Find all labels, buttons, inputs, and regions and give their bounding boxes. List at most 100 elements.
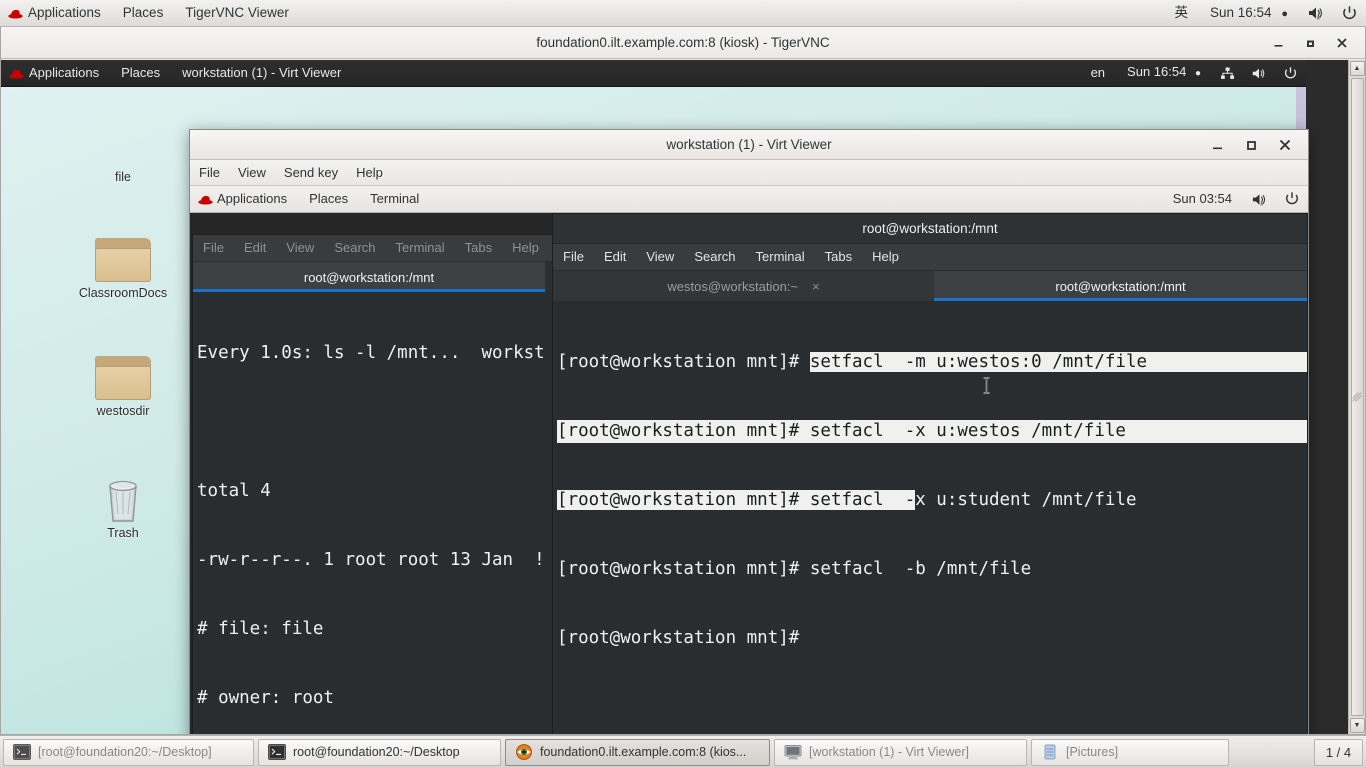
host-places-menu[interactable]: Places	[112, 0, 175, 26]
terminal-back-menu-help[interactable]: Help	[502, 235, 549, 261]
terminal-front-menu-help[interactable]: Help	[862, 244, 909, 270]
virt-viewer-minimize-button[interactable]	[1200, 131, 1234, 159]
terminal-front-menu-terminal[interactable]: Terminal	[746, 244, 815, 270]
terminal-back-menu-terminal[interactable]: Terminal	[386, 235, 455, 261]
terminal-front-prompt-3: [root@workstation mnt]#	[557, 490, 810, 510]
terminal-front-tab-root-mnt[interactable]: root@workstation:/mnt	[934, 271, 1307, 301]
taskbar-item-root-foundation20-desktop[interactable]: root@foundation20:~/Desktop	[258, 738, 501, 766]
virt-viewer-menu-file[interactable]: File	[190, 161, 229, 185]
guest-clock[interactable]: Sun 16:54 ●	[1116, 60, 1212, 87]
tigervnc-maximize-button[interactable]	[1295, 30, 1325, 56]
vm-power-button[interactable]	[1276, 186, 1308, 212]
terminal-front-line-5: [root@workstation mnt]#	[557, 627, 1307, 650]
terminal-front-menu-search[interactable]: Search	[684, 244, 745, 270]
terminal-front-tab-westos-label: westos@workstation:~	[667, 278, 798, 294]
desktop-icon-trash[interactable]: Trash	[75, 474, 171, 540]
scroll-down-arrow-icon[interactable]: ▼	[1349, 718, 1365, 733]
virt-viewer-titlebar[interactable]: workstation (1) - Virt Viewer	[190, 130, 1308, 160]
terminal-front-menu-edit[interactable]: Edit	[594, 244, 636, 270]
virt-viewer-close-button[interactable]	[1268, 131, 1302, 159]
virt-viewer-menu-view[interactable]: View	[229, 161, 275, 185]
volume-muted-icon: x	[1309, 7, 1322, 21]
virt-viewer-menu-send-key[interactable]: Send key	[275, 161, 347, 185]
terminal-front-prompt-5: [root@workstation mnt]#	[557, 628, 810, 648]
terminal-back-menu-search[interactable]: Search	[324, 235, 385, 261]
desktop-icon-classroomdocs[interactable]: ClassroomDocs	[75, 238, 171, 300]
taskbar-item-virt-viewer-minimized[interactable]: [workstation (1) - Virt Viewer]	[774, 738, 1027, 766]
terminal-front-tab-close-icon[interactable]: ×	[812, 279, 820, 294]
virt-viewer-maximize-button[interactable]	[1234, 131, 1268, 159]
host-top-panel: Applications Places TigerVNC Viewer 英 Su…	[0, 0, 1366, 27]
terminal-front-tab-westos[interactable]: westos@workstation:~ ×	[553, 271, 934, 301]
scroll-up-arrow-icon[interactable]: ▲	[1349, 61, 1365, 76]
virt-viewer-menu-help[interactable]: Help	[347, 161, 392, 185]
tigervnc-title: foundation0.ilt.example.com:8 (kiosk) - …	[536, 35, 830, 50]
host-applications-menu[interactable]: Applications	[0, 0, 112, 26]
guest-places-menu[interactable]: Places	[110, 60, 171, 86]
terminal-front-selection-tail-2	[1126, 421, 1307, 441]
guest-applications-label: Applications	[29, 65, 100, 80]
guest-keyboard-indicator[interactable]: en	[1080, 60, 1116, 86]
guest-desktop: Applications Places workstation (1) - Vi…	[1, 60, 1309, 734]
terminal-front-output[interactable]: [root@workstation mnt]# setfacl -m u:wes…	[553, 301, 1307, 734]
guest-applications-menu[interactable]: Applications	[1, 60, 110, 86]
tigervnc-close-button[interactable]	[1327, 30, 1357, 56]
vm-volume-button[interactable]: x	[1243, 186, 1276, 212]
terminal-front-menu-edit-label: Edit	[603, 249, 627, 264]
terminal-front-command-3-head: setfacl -	[809, 490, 916, 510]
power-icon	[1343, 5, 1356, 19]
terminal-front-menu-view[interactable]: View	[636, 244, 684, 270]
terminal-window-front[interactable]: root@workstation:/mnt File Edit View Sea…	[552, 213, 1308, 734]
host-volume-button[interactable]: x	[1299, 0, 1333, 26]
virt-viewer-menubar: File View Send key Help	[190, 160, 1308, 186]
terminal-front-command-3-tail: x u:student /mnt/file	[915, 490, 1137, 510]
taskbar-item-tigervnc-active[interactable]: foundation0.ilt.example.com:8 (kios...	[505, 738, 770, 766]
guest-window-title-label: workstation (1) - Virt Viewer	[182, 65, 342, 80]
desktop-icon-westosdir[interactable]: westosdir	[75, 356, 171, 418]
guest-network-button[interactable]	[1212, 60, 1243, 86]
terminal-front-prompt-2: [root@workstation mnt]#	[557, 421, 810, 441]
guest-power-button[interactable]	[1275, 60, 1306, 86]
terminal-back-menu-tabs[interactable]: Tabs	[455, 235, 502, 261]
workspace-pager-label: 1 / 4	[1325, 744, 1352, 760]
terminal-back-menu-view-label: View	[286, 240, 315, 255]
terminal-back-menu-file[interactable]: File	[193, 235, 234, 261]
input-method-indicator[interactable]: 英	[1164, 0, 1200, 26]
vm-window-title-terminal[interactable]: Terminal	[359, 186, 430, 212]
tigervnc-vertical-scrollbar[interactable]: ▲ ▼	[1348, 60, 1365, 734]
workspace-pager[interactable]: 1 / 4	[1314, 738, 1363, 766]
terminal-front-menu-tabs[interactable]: Tabs	[815, 244, 862, 270]
virt-viewer-window: workstation (1) - Virt Viewer File View …	[189, 129, 1309, 734]
taskbar-item-root-foundation20-desktop-minimized[interactable]: [root@foundation20:~/Desktop]	[3, 738, 254, 766]
host-clock[interactable]: Sun 16:54 ●	[1199, 0, 1299, 26]
minimize-icon	[1274, 44, 1282, 47]
terminal-front-menu-file[interactable]: File	[553, 244, 594, 270]
maximize-icon	[1246, 140, 1256, 150]
guest-volume-button[interactable]	[1243, 60, 1275, 86]
taskbar-item-pictures-minimized[interactable]: [Pictures]	[1031, 738, 1229, 766]
virt-viewer-title: workstation (1) - Virt Viewer	[666, 137, 832, 152]
host-window-title-tigervnc[interactable]: TigerVNC Viewer	[174, 0, 300, 26]
terminal-back-tab-root-mnt[interactable]: root@workstation:/mnt	[193, 262, 545, 292]
taskbar-item-label: foundation0.ilt.example.com:8 (kios...	[540, 745, 747, 759]
volume-muted-icon	[1252, 68, 1265, 78]
close-icon	[1337, 38, 1347, 48]
tigervnc-titlebar[interactable]: foundation0.ilt.example.com:8 (kiosk) - …	[1, 27, 1365, 59]
grip-icon	[1352, 392, 1362, 402]
terminal-back-menu-file-label: File	[203, 240, 224, 255]
terminal-back-menu-edit[interactable]: Edit	[234, 235, 276, 261]
terminal-front-titlebar[interactable]: root@workstation:/mnt	[553, 214, 1307, 244]
folder-icon	[95, 238, 151, 284]
tigervnc-minimize-button[interactable]	[1263, 30, 1293, 56]
terminal-back-menu-view[interactable]: View	[276, 235, 324, 261]
close-icon	[1279, 139, 1291, 151]
desktop-icon-file[interactable]: file	[75, 168, 171, 184]
host-power-button[interactable]	[1333, 0, 1366, 26]
terminal-front-line-1: [root@workstation mnt]# setfacl -m u:wes…	[557, 351, 1307, 374]
text-cursor-icon	[983, 377, 990, 394]
vm-applications-menu[interactable]: Applications	[190, 186, 298, 212]
vm-places-menu[interactable]: Places	[298, 186, 359, 212]
vm-clock[interactable]: Sun 03:54	[1162, 186, 1243, 212]
scrollbar-thumb[interactable]	[1350, 78, 1364, 716]
guest-window-title-virtviewer[interactable]: workstation (1) - Virt Viewer	[171, 60, 352, 86]
